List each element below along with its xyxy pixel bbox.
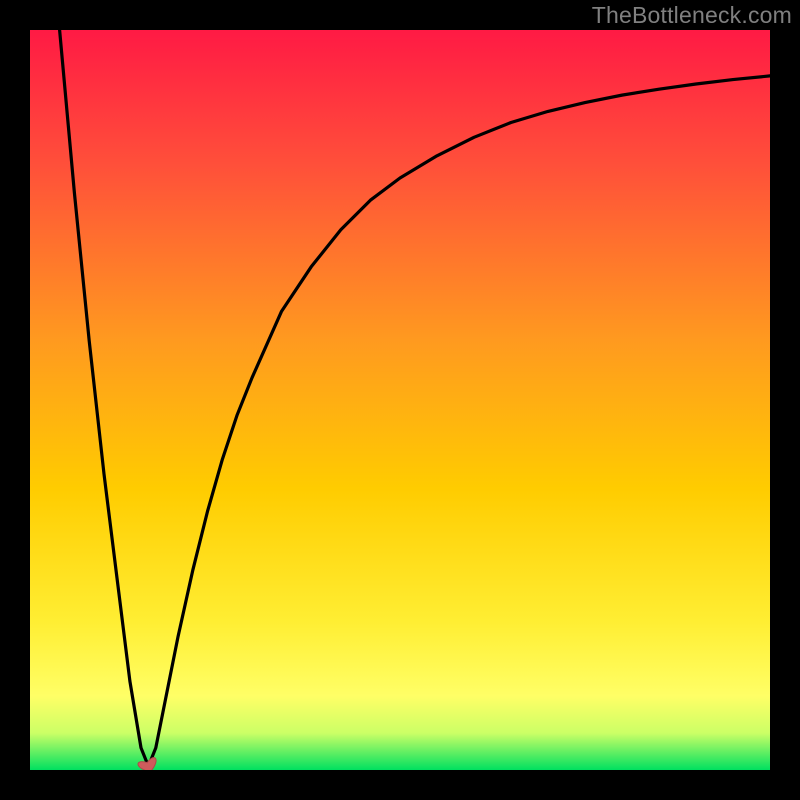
- gradient-background: [30, 30, 770, 770]
- chart-svg: [30, 30, 770, 770]
- plot-area: [30, 30, 770, 770]
- chart-frame: TheBottleneck.com: [0, 0, 800, 800]
- watermark-text: TheBottleneck.com: [592, 2, 792, 29]
